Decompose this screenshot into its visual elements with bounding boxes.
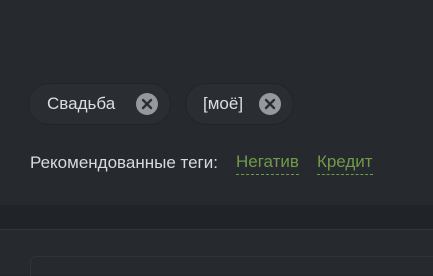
content-panel <box>0 229 433 276</box>
tag-chip-wedding[interactable]: Свадьба <box>28 83 171 125</box>
tag-editor-panel: Свадьба [моё] Рекомендованные теги: Нега… <box>0 0 433 205</box>
close-circle-icon[interactable] <box>136 93 158 115</box>
suggested-tag-credit[interactable]: Кредит <box>316 150 373 175</box>
section-divider <box>0 205 433 229</box>
tag-label: Свадьба <box>47 94 116 113</box>
close-circle-icon[interactable] <box>259 93 281 115</box>
recommended-tags: Рекомендованные теги: Негатив Кредит <box>30 150 373 176</box>
recommended-tags-label: Рекомендованные теги: <box>30 153 218 172</box>
content-box <box>30 256 433 276</box>
tag-chip-mine[interactable]: [моё] <box>185 83 294 125</box>
tag-label: [моё] <box>203 94 244 113</box>
suggested-tag-negative[interactable]: Негатив <box>235 150 299 175</box>
